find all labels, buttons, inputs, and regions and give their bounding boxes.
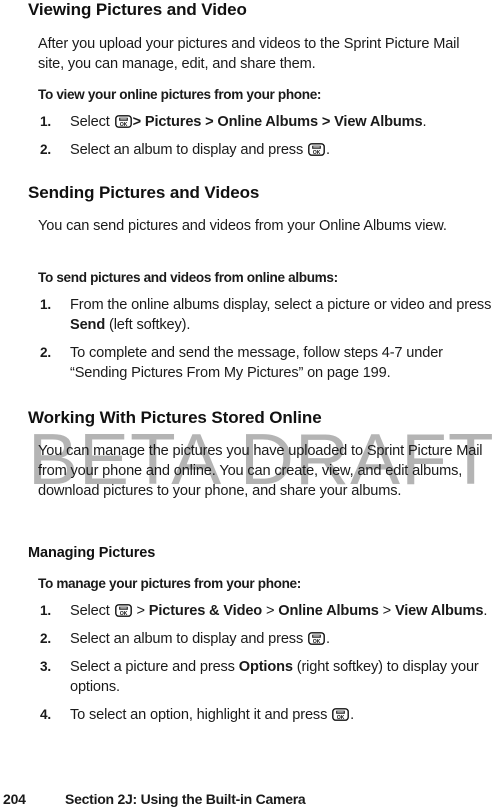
steps-list-viewing-pictures: 1. Select OK > Pictures > Online Albums >…	[40, 112, 495, 160]
section-paragraph-viewing-pictures: After you upload your pictures and video…	[38, 36, 460, 72]
list-item: 1. Select OK > Pictures & Video > Online …	[40, 601, 490, 621]
menu-item-view-albums: View Albums	[394, 603, 484, 619]
step-text-tail: .	[422, 114, 427, 130]
step-separator: >	[262, 603, 279, 619]
softkey-label-send: Send	[70, 317, 106, 333]
svg-text:OK: OK	[119, 122, 127, 128]
step-text-tail: .	[350, 707, 355, 723]
section-heading-working-with-pictures: Working With Pictures Stored Online	[28, 408, 322, 427]
lead-in-manage-pictures: To manage your pictures from your phone:	[38, 576, 301, 591]
svg-text:OK: OK	[313, 150, 321, 156]
ok-key-icon: OK	[114, 115, 132, 128]
step-number: 2.	[40, 142, 51, 157]
steps-list-managing-pictures: 1. Select OK > Pictures & Video > Online …	[40, 601, 490, 725]
list-item: 1. Select OK > Pictures > Online Albums >…	[40, 112, 495, 132]
step-text-pre: From the online albums display, select a…	[70, 297, 492, 313]
ok-key-icon: OK	[332, 708, 350, 721]
footer-section-label: Section 2J: Using the Built-in Camera	[65, 791, 306, 807]
ok-key-icon: OK	[114, 604, 132, 617]
list-item: 3. Select a picture and press Options (ri…	[40, 657, 490, 697]
list-item: 2. To complete and send the message, foll…	[40, 343, 498, 383]
step-number: 3.	[40, 659, 51, 674]
ok-key-icon: OK	[308, 143, 325, 156]
softkey-label-options: Options	[238, 659, 293, 675]
section-paragraph-working-with-pictures: You can manage the pictures you have upl…	[38, 443, 483, 499]
footer-page-number: 204	[3, 791, 26, 807]
step-text-tail: .	[326, 142, 330, 158]
section-heading-sending-pictures: Sending Pictures and Videos	[28, 183, 260, 202]
svg-text:OK: OK	[337, 715, 345, 721]
lead-in-send-from-online-albums: To send pictures and videos from online …	[38, 270, 338, 285]
step-number: 2.	[40, 345, 51, 360]
menu-item-online-albums: Online Albums	[278, 603, 379, 619]
menu-item-pictures-and-video: Pictures & Video	[148, 603, 263, 619]
ok-key-icon: OK	[308, 632, 325, 645]
svg-text:OK: OK	[313, 639, 321, 645]
list-item: 1. From the online albums display, select…	[40, 295, 498, 335]
step-text-pre: Select a picture and press	[70, 659, 239, 675]
lead-in-view-online-pictures: To view your online pictures from your p…	[38, 87, 322, 102]
step-number: 1.	[40, 603, 51, 618]
step-number: 2.	[40, 631, 51, 646]
step-number: 1.	[40, 114, 51, 129]
list-item: 2. Select an album to display and press O…	[40, 629, 490, 649]
steps-list-sending-pictures: 1. From the online albums display, select…	[40, 295, 498, 383]
section-heading-viewing-pictures: Viewing Pictures and Video	[28, 0, 247, 19]
step-text-pre: To select an option, highlight it and pr…	[70, 707, 332, 723]
step-text-bold-chain: > Pictures > Online Albums > View Albums	[132, 114, 423, 130]
list-item: 2. Select an album to display and press O…	[40, 140, 495, 160]
subheading-managing-pictures: Managing Pictures	[28, 545, 156, 561]
step-number: 4.	[40, 707, 51, 722]
manual-page: BETA DRAFT Viewing Pictures and Video Af…	[0, 0, 502, 811]
step-text-pre: Select	[70, 603, 114, 619]
section-paragraph-sending-pictures: You can send pictures and videos from yo…	[38, 218, 447, 234]
list-item: 4. To select an option, highlight it and …	[40, 705, 490, 725]
svg-text:OK: OK	[119, 611, 127, 617]
step-text-pre: Select an album to display and press	[70, 142, 308, 158]
step-separator: >	[378, 603, 395, 619]
step-text-tail: (left softkey).	[105, 317, 191, 333]
step-separator: >	[132, 603, 149, 619]
step-text-tail: .	[483, 603, 488, 619]
step-text-pre: Select	[70, 114, 114, 130]
step-text-pre: Select an album to display and press	[70, 631, 308, 647]
step-text-pre: To complete and send the message, follow…	[70, 345, 443, 381]
step-text-tail: .	[326, 631, 330, 647]
step-number: 1.	[40, 297, 51, 312]
